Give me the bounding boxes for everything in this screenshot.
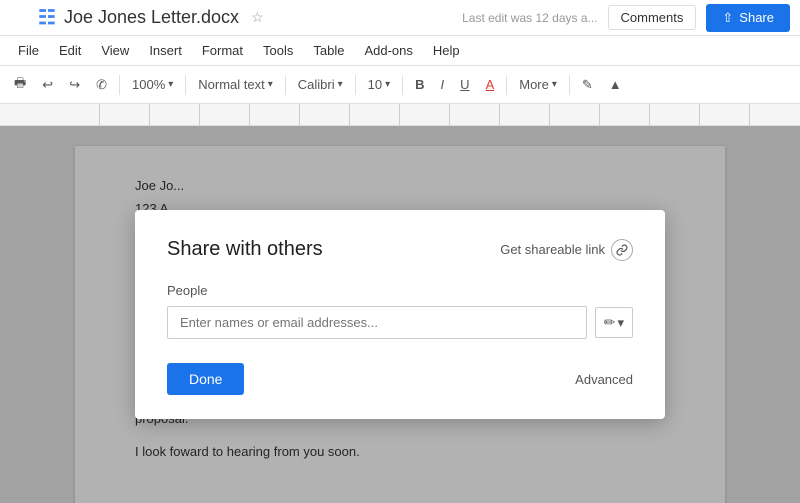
get-shareable-link-button[interactable]: Get shareable link <box>500 239 633 261</box>
hamburger-icon[interactable] <box>10 8 30 28</box>
toolbar: 🖶 ↩ ↪ ✆ 100% ▾ Normal text ▾ Calibri ▾ 1… <box>0 66 800 104</box>
font-value: Calibri <box>298 77 335 92</box>
document-area: Joe Jo... 123 A... Anyto... Octob... Mar… <box>0 126 800 503</box>
comments-button[interactable]: Comments <box>608 5 697 30</box>
ruler-content <box>50 104 750 125</box>
italic-button[interactable]: I <box>435 73 451 96</box>
font-dropdown[interactable]: Calibri ▾ <box>292 74 349 95</box>
style-dropdown[interactable]: Normal text ▾ <box>192 74 279 95</box>
menu-insert[interactable]: Insert <box>141 40 190 61</box>
separator-4 <box>355 75 356 95</box>
zoom-value: 100% <box>132 77 165 92</box>
menu-bar: File Edit View Insert Format Tools Table… <box>0 36 800 66</box>
separator-7 <box>569 75 570 95</box>
separator-3 <box>285 75 286 95</box>
highlight-button[interactable]: ✎ <box>576 73 599 97</box>
advanced-button[interactable]: Advanced <box>575 372 633 387</box>
title-bar: ☷ Joe Jones Letter.docx ☆ Last edit was … <box>0 0 800 36</box>
menu-table[interactable]: Table <box>305 40 352 61</box>
style-value: Normal text <box>198 77 264 92</box>
undo-button[interactable]: ↩ <box>36 73 59 97</box>
menu-tools[interactable]: Tools <box>255 40 301 61</box>
zoom-arrow-icon: ▾ <box>168 79 173 90</box>
style-arrow-icon: ▾ <box>268 79 273 90</box>
modal-overlay: Share with others Get shareable link Peo… <box>0 126 800 503</box>
people-email-input[interactable] <box>167 306 587 339</box>
paint-format-button[interactable]: ✆ <box>90 73 113 97</box>
more-label: More <box>519 77 549 92</box>
doc-title[interactable]: Joe Jones Letter.docx <box>64 7 239 28</box>
modal-header: Share with others Get shareable link <box>167 238 633 261</box>
menu-file[interactable]: File <box>10 40 47 61</box>
share-button[interactable]: ⇧ Share <box>706 4 790 32</box>
menu-format[interactable]: Format <box>194 40 251 61</box>
text-color-button[interactable]: A <box>480 73 501 96</box>
fontsize-dropdown[interactable]: 10 ▾ <box>362 74 397 95</box>
menu-help[interactable]: Help <box>425 40 468 61</box>
share-icon: ⇧ <box>722 10 733 26</box>
more-arrow-icon: ▾ <box>552 79 557 90</box>
last-edit-text: Last edit was 12 days a... <box>462 11 597 25</box>
done-button[interactable]: Done <box>167 363 244 395</box>
edit-permission-button[interactable]: ✏ ▾ <box>595 307 633 338</box>
link-icon <box>611 239 633 261</box>
menu-view[interactable]: View <box>93 40 137 61</box>
fontsize-value: 10 <box>368 77 382 92</box>
print-button[interactable]: 🖶 <box>8 70 32 100</box>
pencil-dropdown-arrow: ▾ <box>617 315 624 331</box>
separator-2 <box>185 75 186 95</box>
redo-button[interactable]: ↪ <box>63 73 86 97</box>
google-docs-icon: ☷ <box>38 5 56 30</box>
people-input-row: ✏ ▾ <box>167 306 633 339</box>
separator-1 <box>119 75 120 95</box>
separator-5 <box>402 75 403 95</box>
modal-footer: Done Advanced <box>167 363 633 395</box>
ruler <box>0 104 800 126</box>
font-arrow-icon: ▾ <box>338 79 343 90</box>
menu-addons[interactable]: Add-ons <box>356 40 420 61</box>
separator-6 <box>506 75 507 95</box>
more-dropdown[interactable]: More ▾ <box>513 74 563 95</box>
star-icon[interactable]: ☆ <box>251 9 264 26</box>
expand-button[interactable]: ▲ <box>603 73 628 96</box>
menu-edit[interactable]: Edit <box>51 40 89 61</box>
underline-button[interactable]: U <box>454 73 475 96</box>
people-label: People <box>167 283 633 298</box>
shareable-link-label: Get shareable link <box>500 242 605 257</box>
share-label: Share <box>739 10 774 25</box>
zoom-dropdown[interactable]: 100% ▾ <box>126 74 179 95</box>
pencil-icon: ✏ <box>604 314 616 331</box>
share-modal: Share with others Get shareable link Peo… <box>135 210 665 419</box>
fontsize-arrow-icon: ▾ <box>385 79 390 90</box>
modal-title: Share with others <box>167 238 323 261</box>
bold-button[interactable]: B <box>409 73 430 96</box>
